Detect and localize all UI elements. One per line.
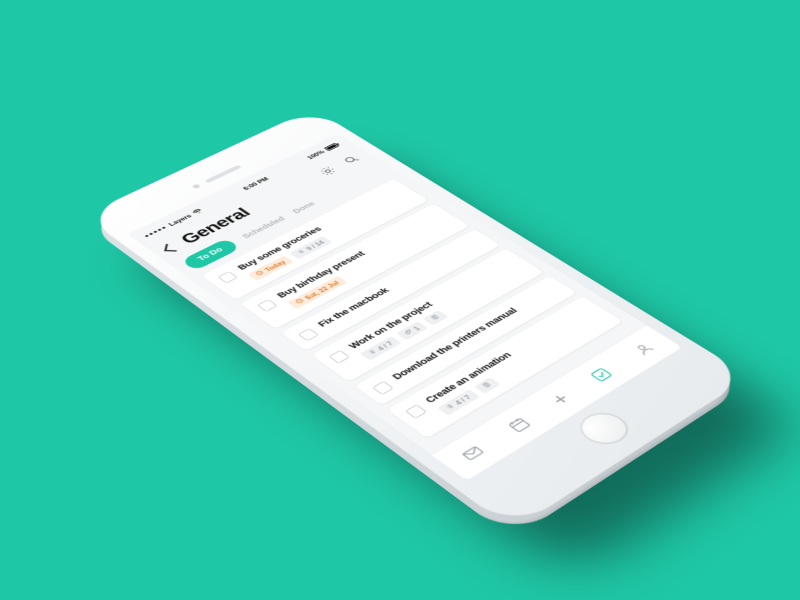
badge-text: Today — [263, 259, 287, 273]
badge-text: 4 / 7 — [376, 340, 395, 352]
wifi-icon — [191, 208, 204, 215]
task-checkbox[interactable] — [405, 404, 427, 418]
tab-done[interactable]: Done — [291, 201, 317, 215]
list-icon — [366, 348, 380, 357]
search-icon[interactable] — [339, 153, 364, 167]
gear-icon[interactable] — [316, 164, 341, 178]
task-title: Download the printers manual — [390, 307, 519, 382]
list-icon — [444, 402, 458, 411]
doc-icon — [480, 381, 494, 390]
task-checkbox[interactable] — [298, 328, 319, 341]
task-title: Fix the macbook — [316, 287, 392, 329]
phone-camera — [191, 184, 201, 189]
clock-icon — [254, 269, 267, 277]
task-title: Create an animation — [423, 351, 514, 405]
badge-text: 4 / 7 — [453, 394, 473, 406]
phone-mockup: ●●●●● Layers 6:00 PM 100% General — [83, 108, 750, 530]
task-card[interactable]: Download the printers manual — [355, 276, 577, 405]
task-badge: 4 / 7 — [360, 336, 402, 361]
task-badges: 4 / 7 — [437, 360, 529, 416]
profile-icon[interactable] — [628, 339, 659, 358]
badge-text: 1 — [411, 325, 421, 331]
task-badge: 4 / 7 — [437, 389, 479, 415]
doc-icon — [429, 314, 443, 322]
task-card[interactable]: Create an animation4 / 7 — [387, 296, 623, 438]
task-badge — [423, 310, 449, 326]
calendar-icon[interactable] — [503, 415, 535, 436]
task-checkbox[interactable] — [217, 271, 238, 283]
tasks-icon[interactable] — [586, 365, 617, 385]
task-checkbox[interactable] — [328, 350, 350, 364]
task-checkbox[interactable] — [257, 299, 278, 312]
phone-speaker — [204, 165, 241, 183]
attach-icon — [402, 328, 416, 337]
task-badges: 4 / 7 1 — [360, 309, 450, 360]
back-icon[interactable] — [164, 244, 178, 252]
home-button[interactable] — [570, 406, 638, 450]
clock-icon — [294, 297, 307, 305]
task-badge: 1 — [396, 321, 428, 340]
screen: ●●●●● Layers 6:00 PM 100% General — [128, 134, 682, 480]
task-title: Work on the project — [347, 301, 435, 351]
list-icon — [295, 248, 308, 256]
task-badge — [474, 377, 501, 394]
badge-text: 9 / 14 — [304, 239, 326, 251]
add-button[interactable]: + — [547, 391, 575, 409]
task-checkbox[interactable] — [372, 381, 394, 395]
mail-icon[interactable] — [456, 442, 489, 464]
